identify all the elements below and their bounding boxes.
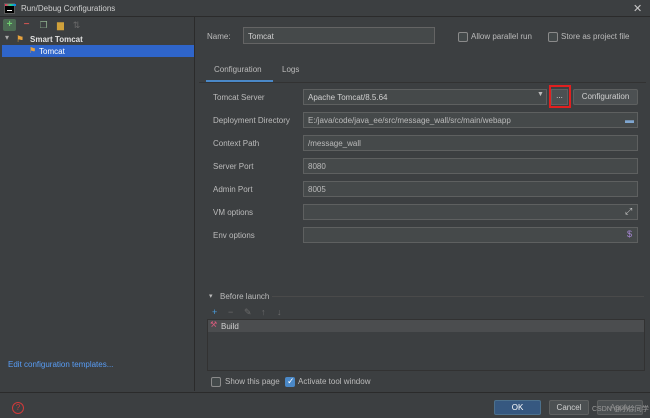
tree-item-tomcat[interactable]: ⚑ Tomcat bbox=[2, 45, 194, 57]
name-input[interactable]: Tomcat bbox=[243, 27, 435, 44]
move-down-icon[interactable]: ↓ bbox=[277, 307, 282, 317]
browse-tomcat-button[interactable]: ... bbox=[551, 89, 568, 105]
tree-item-smart-tomcat[interactable]: ▾ ⚑ Smart Tomcat bbox=[3, 33, 193, 45]
folder-icon[interactable]: ▆ bbox=[54, 19, 67, 31]
help-icon[interactable]: ? bbox=[12, 402, 24, 414]
remove-configuration-button[interactable]: − bbox=[20, 19, 33, 31]
admin-port-input[interactable]: 8005 bbox=[303, 181, 638, 197]
vm-options-input[interactable] bbox=[303, 204, 638, 220]
tomcat-icon: ⚑ bbox=[16, 34, 25, 44]
vm-options-label: VM options bbox=[213, 208, 254, 217]
window-title: Run/Debug Configurations bbox=[21, 4, 116, 13]
server-port-label: Server Port bbox=[213, 162, 254, 171]
tabs-divider bbox=[199, 82, 646, 83]
before-launch-title: Before launch bbox=[220, 292, 270, 301]
ok-button[interactable]: OK bbox=[494, 400, 541, 415]
edit-task-icon[interactable]: ✎ bbox=[244, 307, 252, 318]
context-path-label: Context Path bbox=[213, 139, 260, 148]
server-port-input[interactable]: 8080 bbox=[303, 158, 638, 174]
name-label: Name: bbox=[207, 32, 231, 41]
store-as-project-file-checkbox[interactable] bbox=[548, 32, 558, 42]
env-options-input[interactable] bbox=[303, 227, 638, 243]
tomcat-server-label: Tomcat Server bbox=[213, 93, 265, 102]
activate-tool-window-label: Activate tool window bbox=[298, 377, 371, 386]
tomcat-icon: ⚑ bbox=[29, 46, 37, 55]
chevron-down-icon[interactable]: ▼ bbox=[537, 91, 544, 98]
add-configuration-button[interactable]: + bbox=[3, 19, 16, 31]
admin-port-label: Admin Port bbox=[213, 185, 253, 194]
hammer-icon: ⚒ bbox=[210, 320, 218, 329]
folder-icon[interactable]: ▬ bbox=[625, 115, 634, 125]
copy-configuration-icon[interactable]: ❐ bbox=[37, 19, 50, 31]
allow-parallel-run-label: Allow parallel run bbox=[471, 32, 532, 41]
add-task-icon[interactable]: + bbox=[212, 307, 217, 317]
cancel-button[interactable]: Cancel bbox=[549, 400, 589, 415]
list-item[interactable]: ⚒ Build bbox=[208, 320, 644, 332]
close-icon[interactable]: ✕ bbox=[633, 2, 642, 15]
move-up-icon[interactable]: ↑ bbox=[261, 307, 266, 317]
edit-configuration-templates-link[interactable]: Edit configuration templates... bbox=[8, 360, 113, 369]
activate-tool-window-checkbox[interactable] bbox=[285, 376, 295, 387]
watermark: CSDN @小徐同学 bbox=[592, 406, 649, 413]
build-task-label: Build bbox=[221, 322, 239, 331]
tab-configuration[interactable]: Configuration bbox=[214, 65, 262, 74]
context-path-input[interactable]: /message_wall bbox=[303, 135, 638, 151]
show-this-page-checkbox[interactable] bbox=[211, 377, 221, 387]
remove-task-icon[interactable]: − bbox=[228, 307, 233, 317]
allow-parallel-run-checkbox[interactable] bbox=[458, 32, 468, 42]
tomcat-server-select[interactable]: Apache Tomcat/8.5.64 bbox=[303, 89, 547, 105]
before-launch-divider bbox=[272, 296, 644, 297]
store-as-project-file-label: Store as project file bbox=[561, 32, 630, 41]
deployment-directory-label: Deployment Directory bbox=[213, 116, 290, 125]
chevron-down-icon[interactable]: ▾ bbox=[5, 33, 9, 42]
configuration-button[interactable]: Configuration bbox=[573, 89, 638, 105]
chevron-down-icon[interactable]: ▾ bbox=[209, 292, 213, 300]
tree-root-label: Smart Tomcat bbox=[30, 35, 83, 44]
show-this-page-label: Show this page bbox=[225, 377, 280, 386]
tab-logs[interactable]: Logs bbox=[282, 65, 299, 74]
expand-icon[interactable]: ⤢ bbox=[625, 206, 632, 217]
deployment-directory-input[interactable]: E:/java/code/java_ee/src/message_wall/sr… bbox=[303, 112, 638, 128]
env-variables-icon[interactable]: $ bbox=[627, 229, 632, 239]
configurations-tree-panel: + − ❐ ▆ ⇅ ▾ ⚑ Smart Tomcat ⚑ Tomcat bbox=[0, 17, 195, 391]
sort-icon[interactable]: ⇅ bbox=[70, 19, 83, 31]
env-options-label: Env options bbox=[213, 231, 255, 240]
tree-child-label: Tomcat bbox=[39, 47, 65, 56]
intellij-app-icon bbox=[4, 3, 16, 14]
